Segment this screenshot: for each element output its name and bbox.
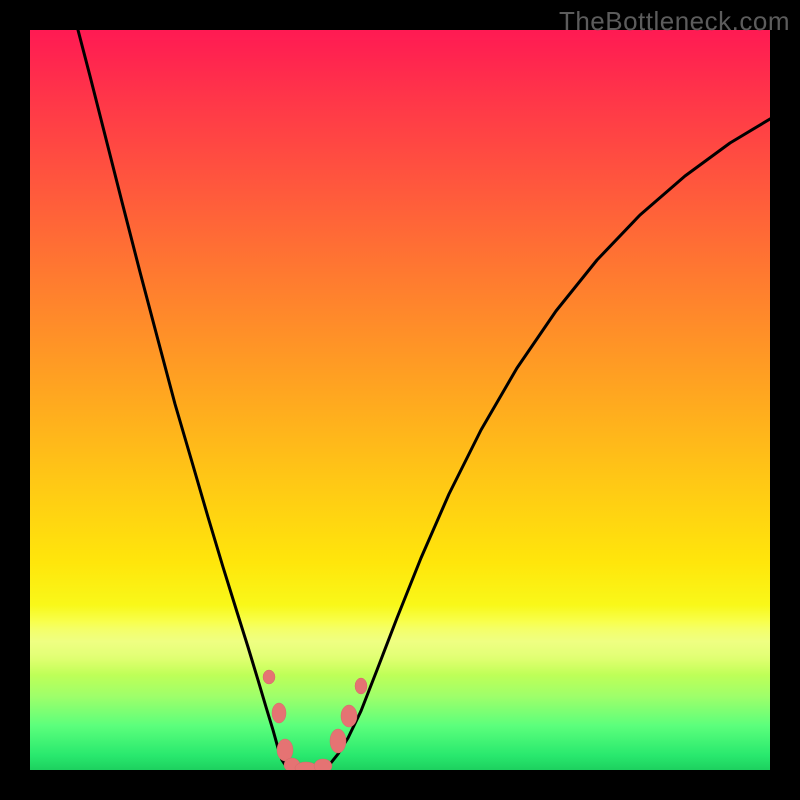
chart-svg [30, 30, 770, 770]
marker-group [263, 670, 367, 770]
curve-marker [263, 670, 275, 684]
light-band [30, 605, 770, 675]
curve-marker [277, 739, 293, 761]
curve-right-branch [302, 119, 770, 770]
curve-marker [341, 705, 357, 727]
chart-frame: TheBottleneck.com [0, 0, 800, 800]
curve-left-branch [78, 30, 302, 770]
bottleneck-curve [78, 30, 770, 770]
plot-area [30, 30, 770, 770]
curve-marker [295, 762, 317, 770]
watermark-text: TheBottleneck.com [559, 6, 790, 37]
curve-marker [314, 759, 332, 770]
curve-marker [272, 703, 286, 723]
curve-marker [284, 758, 300, 770]
curve-marker [330, 729, 346, 753]
curve-marker [355, 678, 367, 694]
